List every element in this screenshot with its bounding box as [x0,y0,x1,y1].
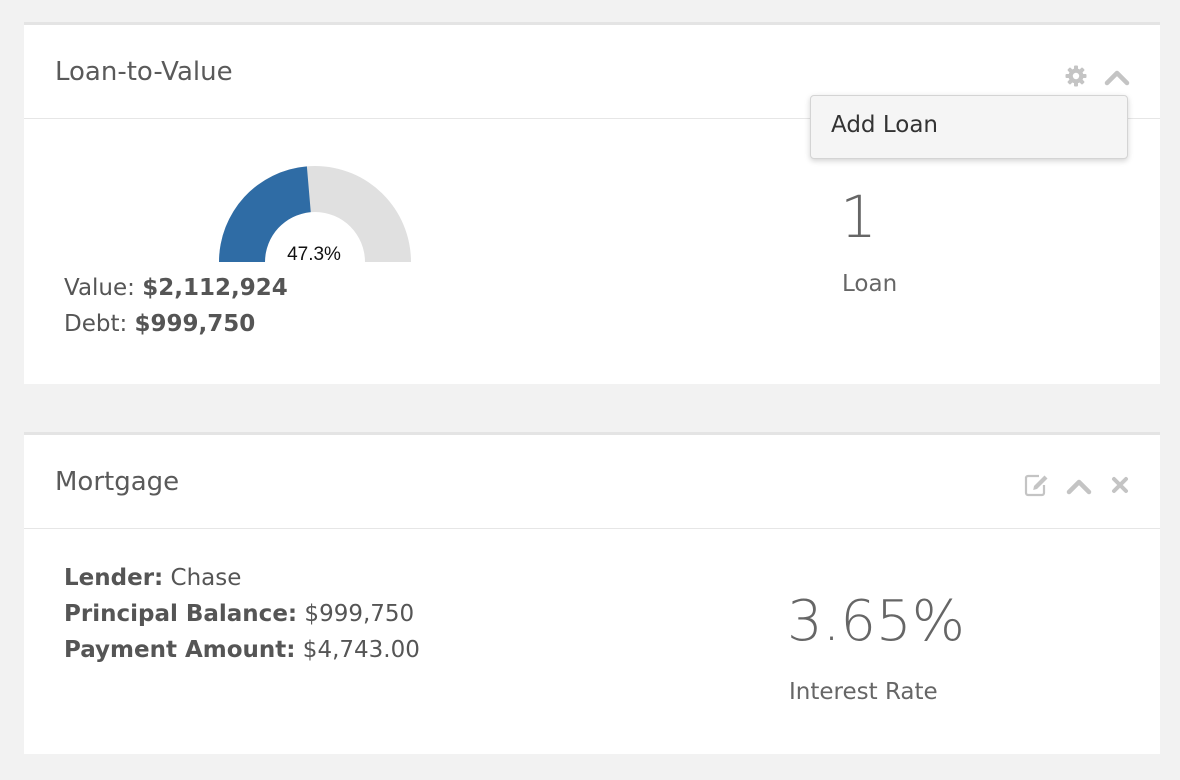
interest-rate-value: 3.65% [787,589,965,654]
panel-header: Mortgage [24,435,1160,529]
ltv-gauge: 47.3% [219,166,411,262]
panel-title: Loan-to-Value [55,57,233,87]
mortgage-panel: Mortgage Lender: Chase Principal Balance… [24,432,1160,754]
gear-icon[interactable] [1064,64,1088,88]
gauge-percent-label: 47.3% [287,244,341,262]
payment-amount-label: Payment Amount: [64,637,296,663]
lender-line: Lender: Chase [64,565,241,591]
close-icon[interactable] [1110,475,1130,495]
lender-label: Lender: [64,565,164,591]
principal-balance-value: $999,750 [297,601,415,627]
edit-icon[interactable] [1024,473,1050,497]
panel-options-menu: Add Loan [810,95,1128,159]
interest-rate-label: Interest Rate [789,679,938,705]
payment-amount-line: Payment Amount: $4,743.00 [64,637,420,663]
debt-label: Debt: [64,311,135,337]
lender-value: Chase [163,565,242,591]
chevron-up-icon[interactable] [1066,476,1092,496]
value-amount: $2,112,924 [142,275,288,301]
add-loan-menu-item[interactable]: Add Loan [831,112,938,138]
panel-title: Mortgage [55,467,180,497]
property-value-line: Value: $2,112,924 [64,275,288,301]
value-label: Value: [64,275,143,301]
debt-line: Debt: $999,750 [64,311,255,337]
loan-count-label: Loan [842,271,898,297]
loan-to-value-panel: Loan-to-Value Add Loan 47.3% Value: $2,1… [24,22,1160,384]
principal-balance-line: Principal Balance: $999,750 [64,601,414,627]
debt-amount: $999,750 [134,311,256,337]
chevron-up-icon[interactable] [1104,67,1130,87]
loan-count: 1 [840,183,877,251]
principal-balance-label: Principal Balance: [64,601,298,627]
payment-amount-value: $4,743.00 [295,637,420,663]
